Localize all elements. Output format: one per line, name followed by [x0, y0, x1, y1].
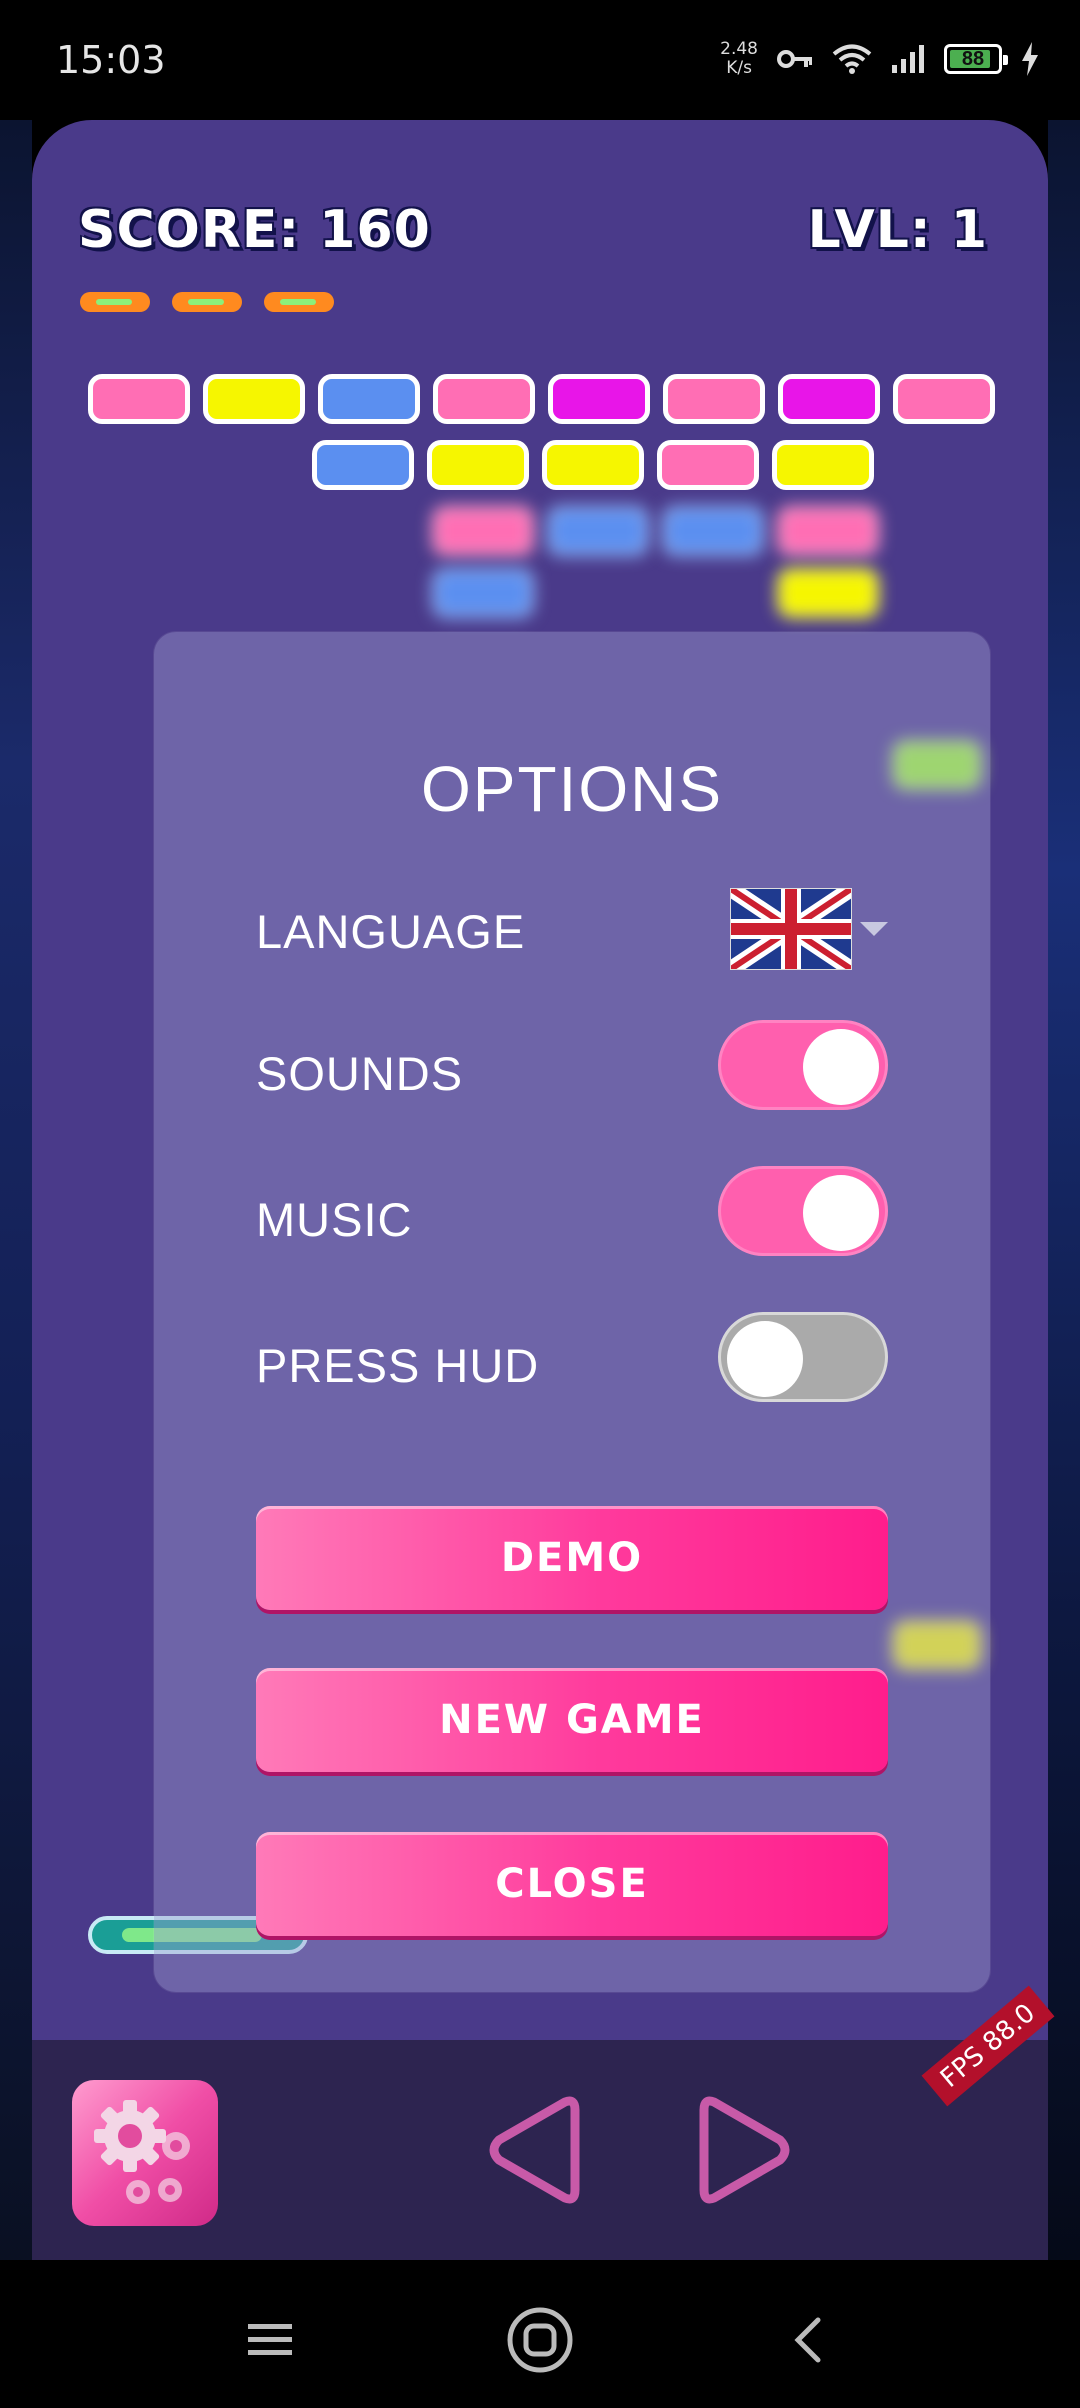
brick-yellow	[542, 440, 644, 490]
language-label: LANGUAGE	[256, 905, 526, 958]
toggle-knob	[727, 1321, 803, 1397]
network-speed-unit: K/s	[726, 58, 752, 78]
level-display: LVL: 1	[807, 200, 988, 260]
vpn-key-icon	[777, 50, 812, 68]
sounds-toggle[interactable]	[718, 1020, 888, 1110]
close-button[interactable]: CLOSE	[256, 1832, 888, 1936]
language-dropdown-icon[interactable]	[860, 922, 888, 936]
system-nav-bar	[0, 2260, 1080, 2408]
network-speed: 2.48 K/s	[720, 40, 758, 78]
status-time: 15:03	[56, 38, 166, 82]
signal-icon	[892, 45, 924, 73]
toggle-knob	[803, 1175, 879, 1251]
press-hud-toggle[interactable]	[718, 1312, 888, 1402]
demo-button[interactable]: DEMO	[256, 1506, 888, 1610]
brick-pink	[88, 374, 190, 424]
brick	[547, 506, 649, 556]
controls-bar	[32, 2040, 1048, 2260]
move-right-icon[interactable]	[692, 2090, 802, 2210]
background-right	[1048, 120, 1080, 2260]
background-left	[0, 120, 32, 2260]
brick-yellow	[772, 440, 874, 490]
gears-icon	[94, 2100, 190, 2204]
uk-flag-icon[interactable]	[730, 888, 852, 970]
settings-button[interactable]	[72, 2080, 218, 2226]
new-game-button[interactable]: NEW GAME	[256, 1668, 888, 1772]
toggle-knob	[803, 1029, 879, 1105]
network-speed-value: 2.48	[720, 39, 758, 59]
charging-icon	[1022, 42, 1038, 76]
sounds-label: SOUNDS	[256, 1047, 464, 1100]
brick-pink	[893, 374, 995, 424]
music-label: MUSIC	[256, 1193, 413, 1246]
brick-pink	[433, 374, 535, 424]
brick	[777, 506, 879, 556]
game-area[interactable]: SCORE: 160 LVL: 1 OPTIONS LANGUAGE SOUND…	[32, 120, 1048, 2260]
life-indicator	[172, 292, 242, 312]
life-indicator	[80, 292, 150, 312]
home-icon[interactable]	[500, 2300, 580, 2380]
brick	[777, 568, 879, 618]
brick-magenta	[778, 374, 880, 424]
score-display: SCORE: 160	[78, 200, 431, 260]
battery-icon: 88	[944, 44, 1008, 74]
brick	[432, 568, 534, 618]
brick-blue	[312, 440, 414, 490]
brick-yellow	[427, 440, 529, 490]
options-title: OPTIONS	[420, 753, 724, 825]
brick-pink	[657, 440, 759, 490]
status-icons: 2.48 K/s 88	[720, 34, 1040, 84]
brick-pink	[663, 374, 765, 424]
back-icon[interactable]	[770, 2300, 850, 2380]
menu-icon[interactable]	[230, 2300, 310, 2380]
wifi-icon	[832, 44, 872, 74]
move-left-icon[interactable]	[477, 2090, 587, 2210]
brick	[432, 506, 534, 556]
press-hud-label: PRESS HUD	[256, 1339, 540, 1392]
status-bar: 15:03 2.48 K/s 88	[0, 0, 1080, 120]
battery-level: 88	[961, 47, 985, 70]
brick-magenta	[548, 374, 650, 424]
music-toggle[interactable]	[718, 1166, 888, 1256]
brick-blue	[318, 374, 420, 424]
brick-yellow	[203, 374, 305, 424]
life-indicator	[264, 292, 334, 312]
brick	[662, 506, 764, 556]
options-dialog: OPTIONS LANGUAGE SOUNDS MUSIC PRESS HUD …	[154, 632, 990, 1992]
